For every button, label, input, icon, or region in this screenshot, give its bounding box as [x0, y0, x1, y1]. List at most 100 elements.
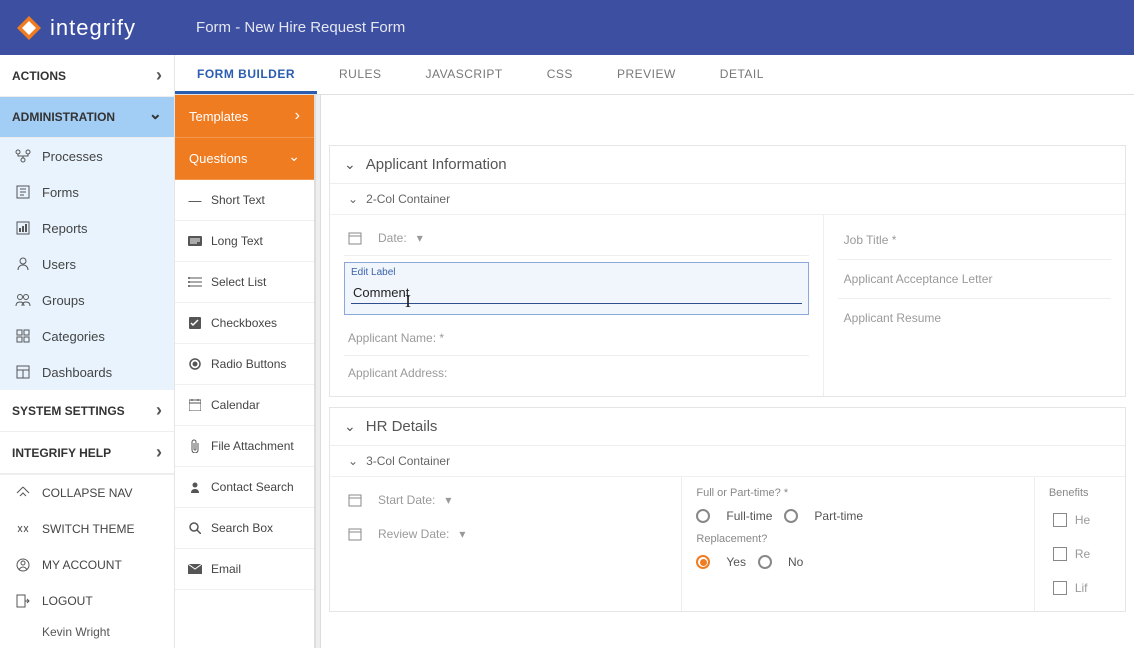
- section-title: Applicant Information: [366, 156, 507, 173]
- palette-item-label: File Attachment: [211, 439, 294, 453]
- container-header[interactable]: ⌄ 3-Col Container: [330, 446, 1125, 477]
- tab-rules[interactable]: RULES: [317, 55, 404, 94]
- column-3: Benefits He Re Lif: [1035, 477, 1125, 611]
- sidebar-item-reports[interactable]: Reports: [0, 210, 174, 246]
- app-logo: integrify: [16, 15, 136, 41]
- palette-questions-label: Questions: [189, 151, 248, 166]
- field-acceptance-letter[interactable]: Applicant Acceptance Letter: [838, 260, 1111, 299]
- dropdown-icon: ▾: [445, 493, 451, 507]
- palette-item-label: Contact Search: [211, 480, 294, 494]
- palette-item-file-attachment[interactable]: File Attachment: [175, 426, 314, 467]
- sidebar-item-forms[interactable]: Forms: [0, 174, 174, 210]
- field-label: Date:: [378, 231, 407, 245]
- chevron-right-icon: [156, 65, 162, 86]
- tab-detail[interactable]: DETAIL: [698, 55, 786, 94]
- checkbox[interactable]: [1053, 513, 1067, 527]
- container-label: 2-Col Container: [366, 192, 450, 206]
- radio-no[interactable]: [758, 555, 772, 569]
- field-start-date[interactable]: Start Date: ▾: [344, 483, 667, 517]
- palette-templates-header[interactable]: Templates: [175, 95, 314, 138]
- sidebar-item-label: Categories: [42, 329, 105, 344]
- palette-questions-header[interactable]: Questions: [175, 138, 314, 180]
- tab-form-builder[interactable]: FORM BUILDER: [175, 55, 317, 94]
- edit-label-hint: Edit Label: [351, 267, 802, 278]
- question-full-part: Full or Part-time? *: [696, 487, 1019, 499]
- checkbox-label: He: [1075, 513, 1090, 527]
- logout-icon: [14, 593, 32, 609]
- form-canvas: ⌄ Applicant Information ⌄ 2-Col Containe…: [321, 95, 1134, 648]
- field-label: Applicant Name: *: [348, 331, 444, 345]
- section-applicant-information[interactable]: ⌄ Applicant Information ⌄ 2-Col Containe…: [329, 145, 1126, 397]
- sidebar-item-label: Dashboards: [42, 365, 112, 380]
- tab-css[interactable]: CSS: [525, 55, 595, 94]
- email-icon: [187, 562, 203, 576]
- field-resume[interactable]: Applicant Resume: [838, 299, 1111, 337]
- text-cursor-icon: I: [405, 291, 411, 312]
- field-label: Review Date:: [378, 527, 449, 541]
- logo-icon: [16, 15, 42, 41]
- sidebar-help-header[interactable]: INTEGRIFY HELP: [0, 432, 174, 474]
- field-comment-editing[interactable]: Edit Label I: [344, 262, 809, 315]
- sidebar-item-groups[interactable]: Groups: [0, 282, 174, 318]
- chevron-down-icon: [149, 107, 162, 127]
- sidebar-logout[interactable]: LOGOUT: [0, 583, 174, 619]
- sidebar-item-label: COLLAPSE NAV: [42, 486, 132, 500]
- tab-javascript[interactable]: JAVASCRIPT: [404, 55, 525, 94]
- palette-item-search-box[interactable]: Search Box: [175, 508, 314, 549]
- checkbox[interactable]: [1053, 547, 1067, 561]
- sidebar-collapse-nav[interactable]: COLLAPSE NAV: [0, 475, 174, 511]
- container-label: 3-Col Container: [366, 454, 450, 468]
- chevron-down-icon: [288, 150, 300, 167]
- sidebar-switch-theme[interactable]: SWITCH THEME: [0, 511, 174, 547]
- field-job-title[interactable]: Job Title *: [838, 221, 1111, 260]
- palette-item-calendar[interactable]: Calendar: [175, 385, 314, 426]
- sidebar-help-label: INTEGRIFY HELP: [12, 446, 111, 460]
- sidebar-item-users[interactable]: Users: [0, 246, 174, 282]
- checkboxes-icon: [187, 316, 203, 330]
- palette-item-checkboxes[interactable]: Checkboxes: [175, 303, 314, 344]
- sidebar-admin-header[interactable]: ADMINISTRATION: [0, 97, 174, 138]
- app-header: integrify Form - New Hire Request Form: [0, 0, 1134, 55]
- sidebar-item-dashboards[interactable]: Dashboards: [0, 354, 174, 390]
- sidebar-actions-header[interactable]: ACTIONS: [0, 55, 174, 97]
- label-edit-input[interactable]: [351, 282, 802, 304]
- field-applicant-name[interactable]: Applicant Name: *: [344, 321, 809, 356]
- checkbox-label: Re: [1075, 547, 1090, 561]
- field-date[interactable]: Date: ▾: [344, 221, 809, 256]
- column-1: Start Date: ▾ Review Date: ▾: [330, 477, 682, 611]
- container-header[interactable]: ⌄ 2-Col Container: [330, 184, 1125, 215]
- sidebar-my-account[interactable]: MY ACCOUNT: [0, 547, 174, 583]
- sidebar-actions-label: ACTIONS: [12, 69, 66, 83]
- dropdown-icon: ▾: [459, 527, 465, 541]
- section-header[interactable]: ⌄ HR Details: [330, 408, 1125, 446]
- field-applicant-address[interactable]: Applicant Address:: [344, 356, 809, 390]
- radio-label: Part-time: [814, 509, 863, 523]
- palette-item-label: Email: [211, 562, 241, 576]
- sidebar-item-label: MY ACCOUNT: [42, 558, 122, 572]
- sidebar-settings-header[interactable]: SYSTEM SETTINGS: [0, 390, 174, 432]
- chevron-right-icon: [156, 442, 162, 463]
- palette-item-radio-buttons[interactable]: Radio Buttons: [175, 344, 314, 385]
- palette-item-long-text[interactable]: Long Text: [175, 221, 314, 262]
- radio-part-time[interactable]: [784, 509, 798, 523]
- column-2: Full or Part-time? * Full-time Part-time…: [682, 477, 1034, 611]
- section-hr-details[interactable]: ⌄ HR Details ⌄ 3-Col Container Start Dat…: [329, 407, 1126, 612]
- field-review-date[interactable]: Review Date: ▾: [344, 517, 667, 551]
- calendar-icon: [187, 398, 203, 412]
- sidebar-item-processes[interactable]: Processes: [0, 138, 174, 174]
- palette-item-email[interactable]: Email: [175, 549, 314, 590]
- sidebar-item-label: SWITCH THEME: [42, 522, 134, 536]
- section-header[interactable]: ⌄ Applicant Information: [330, 146, 1125, 184]
- radio-full-time[interactable]: [696, 509, 710, 523]
- tab-preview[interactable]: PREVIEW: [595, 55, 698, 94]
- checkbox[interactable]: [1053, 581, 1067, 595]
- dropdown-icon: ▾: [417, 231, 423, 245]
- dashboards-icon: [14, 364, 32, 380]
- palette-item-contact-search[interactable]: Contact Search: [175, 467, 314, 508]
- palette-item-short-text[interactable]: —Short Text: [175, 180, 314, 221]
- palette-item-label: Radio Buttons: [211, 357, 286, 371]
- sidebar-item-categories[interactable]: Categories: [0, 318, 174, 354]
- palette-item-select-list[interactable]: Select List: [175, 262, 314, 303]
- radio-yes[interactable]: [696, 555, 710, 569]
- palette-item-label: Calendar: [211, 398, 260, 412]
